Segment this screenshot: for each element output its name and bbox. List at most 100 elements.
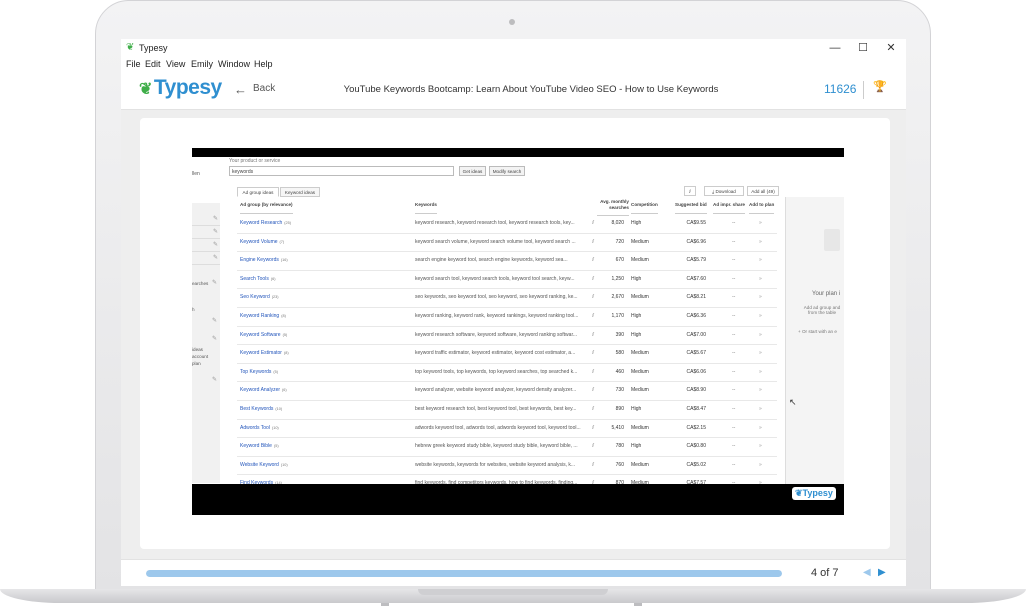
keywords-cell: keyword research software, keyword softw… [415, 331, 578, 338]
ad-share-cell: -- [732, 313, 736, 319]
ad-share-cell: -- [732, 443, 736, 450]
table-row: Find Keywords (14) find keywords, find com… [237, 474, 777, 484]
keywords-cell: best keyword research tool, best keyword… [415, 406, 577, 412]
maximize-button[interactable]: ☐ [849, 41, 877, 55]
competition-cell: Medium [631, 350, 649, 357]
menu-window[interactable]: Window [218, 59, 250, 69]
ad-group-cell: Keyword Analyzer (6) [240, 387, 410, 393]
add-to-plan-icon: » [759, 238, 762, 245]
next-arrow-icon[interactable]: ▶ [878, 567, 886, 578]
webcam-dot [509, 19, 515, 25]
pencil-icon: ✎ [212, 318, 218, 324]
ad-group-cell: Keyword Bible (5) [240, 443, 410, 449]
suggested-bid-cell: CA$7.60 [686, 275, 706, 282]
competition-cell: High [631, 331, 642, 338]
competition-cell: Medium [631, 294, 649, 301]
ad-share-cell: -- [732, 275, 736, 282]
trend-chart-icon: ⫽ [592, 424, 595, 431]
ad-share-cell: -- [732, 406, 736, 412]
chart-icon: ⫽ [684, 186, 696, 196]
video-player[interactable]: llen Your product or service keywords Ge… [192, 148, 844, 515]
previous-arrow-icon[interactable]: ◀ [863, 567, 871, 578]
ad-group-cell: Top Keywords (5) [240, 369, 410, 375]
competition-cell: Medium [631, 257, 649, 264]
trophy-icon[interactable]: 🏆 [873, 80, 887, 96]
suggested-bid-cell: CA$0.80 [686, 443, 706, 450]
competition-cell: High [631, 275, 642, 282]
ad-group-count: (7) [279, 239, 285, 244]
ad-group-count: (6) [282, 388, 287, 393]
add-to-plan-icon: » [759, 480, 762, 484]
competition-cell: Medium [631, 424, 649, 431]
keywords-cell: keyword search tool, keyword search tool… [415, 275, 575, 282]
competition-cell: Medium [631, 387, 649, 394]
ad-share-cell: -- [732, 424, 736, 431]
app-window: ❦ Typesy — ☐ ✕ File Edit View Emily Wind… [121, 39, 906, 586]
competition-cell: Medium [631, 461, 649, 468]
ad-group-count: (23) [271, 295, 279, 300]
ad-group-count: (5) [273, 444, 279, 449]
ad-share-cell: -- [732, 294, 736, 301]
ad-share-cell: -- [732, 387, 736, 394]
modify-search-button: Modify search [489, 166, 525, 176]
suggested-bid-cell: CA$6.36 [686, 313, 706, 319]
table-row: Keyword Software (5) keyword research soft… [237, 326, 777, 346]
suggested-bid-cell: CA$8.21 [686, 294, 706, 301]
ad-group-count: (14) [275, 481, 282, 484]
ad-group-name: Keyword Ranking [240, 313, 280, 319]
typesy-leaf-icon: ❦ [126, 42, 135, 53]
column-header: Ad group (by relevance) [240, 197, 293, 214]
typesy-leaf-icon: ❦ [139, 81, 152, 98]
typesy-logo[interactable]: ❦Typesy [139, 76, 222, 100]
suggested-bid-cell: CA$6.06 [686, 368, 706, 375]
ad-group-table: Ad group (by relevance) Keywords Avg. mo… [237, 197, 777, 484]
keywords-cell: top keyword tools, top keywords, top key… [415, 368, 578, 375]
ad-group-cell: Keyword Software (5) [240, 332, 410, 338]
progress-bar[interactable] [146, 570, 782, 577]
plan-text: + Or start with an e [798, 329, 837, 334]
header-divider [863, 81, 864, 99]
ad-group-cell: Seo Keyword (23) [240, 294, 410, 300]
back-button[interactable]: Back [253, 83, 275, 94]
suggested-bid-cell: CA$5.79 [686, 257, 706, 264]
menu-emily[interactable]: Emily [191, 59, 213, 69]
avg-searches-cell: 8,020 [611, 220, 624, 226]
suggested-bid-cell: CA$7.57 [686, 480, 706, 484]
pencil-icon: ✎ [212, 336, 218, 342]
left-text: plan [192, 361, 201, 366]
keyword-search-input: keywords [229, 166, 454, 176]
trend-chart-icon: ⫽ [592, 220, 595, 226]
add-to-plan-icon: » [759, 461, 762, 468]
download-button: ⤓ Download [704, 186, 744, 196]
menu-file[interactable]: File [126, 59, 141, 69]
avg-searches-cell: 670 [615, 257, 624, 264]
minimize-button[interactable]: — [821, 41, 849, 55]
trend-chart-icon: ⫽ [592, 350, 595, 357]
ad-group-name: Find Keywords [240, 480, 274, 484]
close-button[interactable]: ✕ [877, 41, 905, 55]
suggested-bid-cell: CA$9.55 [686, 220, 706, 226]
left-text: h [192, 307, 195, 312]
pencil-icon: ✎ [212, 377, 218, 383]
ad-group-cell: Engine Keywords (16) [240, 257, 410, 263]
ad-group-name: Keyword Bible [240, 443, 272, 450]
avg-searches-cell: 870 [615, 480, 624, 484]
trend-chart-icon: ⫽ [592, 368, 595, 375]
trend-chart-icon: ⫽ [592, 461, 595, 468]
ad-group-cell: Keyword Research (25) [240, 220, 410, 226]
menu-view[interactable]: View [166, 59, 185, 69]
keywords-cell: keyword traffic estimator, keyword estim… [415, 350, 576, 357]
page-indicator: 4 of 7 [811, 567, 839, 579]
menu-edit[interactable]: Edit [145, 59, 161, 69]
ad-group-cell: Find Keywords (14) [240, 480, 410, 484]
avg-searches-cell: 5,410 [611, 424, 624, 431]
trend-chart-icon: ⫽ [592, 387, 595, 394]
table-row: Best Keywords (10) best keyword research t… [237, 400, 777, 420]
avg-searches-cell: 390 [615, 331, 624, 338]
add-to-plan-icon: » [759, 387, 762, 394]
table-row: Engine Keywords (16) search engine keyword… [237, 251, 777, 271]
menu-help[interactable]: Help [254, 59, 273, 69]
back-arrow-icon[interactable]: ← [234, 82, 247, 97]
trend-chart-icon: ⫽ [592, 443, 595, 450]
table-row: Keyword Estimator (8) keyword traffic esti… [237, 344, 777, 364]
